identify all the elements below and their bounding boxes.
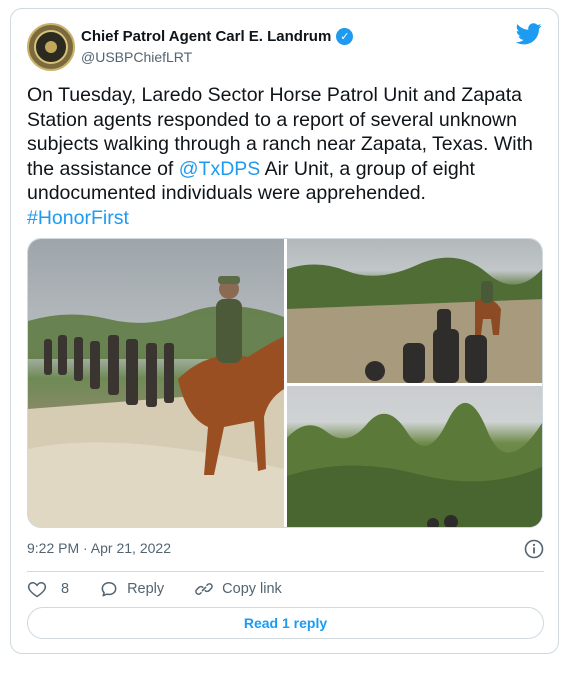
avatar[interactable] [27, 23, 75, 71]
photo-patrol-in-brush[interactable] [287, 239, 542, 383]
copy-link-button[interactable]: Copy link [194, 579, 282, 599]
divider [27, 571, 544, 572]
reply-button[interactable]: Reply [99, 579, 164, 599]
author-name-row[interactable]: Chief Patrol Agent Carl E. Landrum ✓ [81, 28, 354, 45]
mention-link-txdps[interactable]: @TxDPS [179, 158, 261, 180]
tweet-timestamp[interactable]: 9:22 PM · Apr 21, 2022 [27, 540, 171, 556]
verified-badge-icon: ✓ [336, 28, 354, 45]
reply-bubble-icon [101, 582, 117, 597]
tweet-card: Chief Patrol Agent Carl E. Landrum ✓ @US… [10, 8, 559, 654]
heart-icon [27, 581, 47, 598]
link-icon [195, 583, 213, 595]
timestamp-row: 9:22 PM · Apr 21, 2022 [27, 539, 544, 560]
info-icon[interactable] [524, 539, 544, 559]
author-handle[interactable]: @USBPChiefLRT [81, 49, 192, 65]
photo-brush-landscape[interactable] [287, 386, 542, 527]
author-display-name[interactable]: Chief Patrol Agent Carl E. Landrum [81, 28, 331, 45]
media-grid [27, 238, 543, 528]
hashtag-link-honorfirst[interactable]: #HonorFirst [27, 207, 129, 229]
like-button[interactable]: 8 [27, 579, 69, 599]
twitter-bird-icon[interactable] [516, 23, 542, 45]
reply-label: Reply [127, 581, 165, 597]
copy-link-label: Copy link [222, 581, 282, 597]
action-bar: 8 Reply Copy link [27, 578, 312, 600]
like-count: 8 [61, 581, 70, 597]
tweet-text: On Tuesday, Laredo Sector Horse Patrol U… [27, 83, 547, 231]
read-replies-button[interactable]: Read 1 reply [27, 607, 544, 639]
photo-horse-patrol-group[interactable] [28, 239, 284, 527]
